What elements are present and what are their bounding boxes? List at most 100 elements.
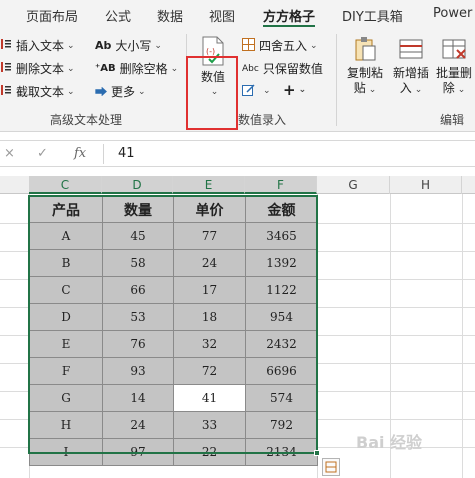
column-header-d[interactable]: D [102,176,173,194]
delete-spaces-icon: ⁺AB [95,63,116,74]
case-icon: Ab [95,39,112,52]
delete-spaces-button[interactable]: ⁺AB 删除空格 ⌄ [95,60,178,77]
delete-text-button[interactable]: 删除文本 ⌄ [0,60,75,77]
insert-text-icon [0,38,12,53]
formula-bar: × ✓ fx 41 [0,140,475,167]
tab-diy-toolbox[interactable]: DIY工具箱 [342,6,403,25]
chevron-down-icon: ⌄ [154,40,162,51]
table-cell[interactable]: 3465 [245,222,318,250]
formula-input[interactable]: 41 [118,146,135,161]
table-cell[interactable]: 97 [102,438,174,466]
header-price[interactable]: 单价 [173,196,246,223]
edit-fill-icon [242,83,256,99]
column-header-row: C D E F G H [0,176,475,194]
table-cell[interactable]: 1122 [245,276,318,304]
round-button[interactable]: 四舍五入 ⌄ [242,37,318,54]
tab-page-layout[interactable]: 页面布局 [26,6,78,25]
table-cell[interactable]: 24 [173,249,246,277]
tab-data[interactable]: 数据 [157,6,183,25]
column-header-g[interactable]: G [317,176,390,194]
table-row: I 97 22 2134 [29,438,318,466]
cut-text-button[interactable]: 截取文本 ⌄ [0,83,75,100]
table-cell[interactable]: 45 [102,222,174,250]
chevron-down-icon: ⌄ [67,86,75,97]
table-cell[interactable]: C [29,276,103,304]
table-cell[interactable]: I [29,438,103,466]
active-cell[interactable]: 41 [173,384,246,412]
chevron-down-icon: ⌄ [414,85,423,95]
table-cell[interactable]: 32 [173,330,246,358]
group-divider [336,34,337,126]
table-row: C 66 17 1122 [29,276,318,304]
chevron-down-icon: ⌄ [170,63,179,74]
header-quantity[interactable]: 数量 [102,196,174,223]
table-cell[interactable]: 66 [102,276,174,304]
table-cell[interactable]: 792 [245,411,318,439]
table-cell[interactable]: 22 [173,438,246,466]
table-cell[interactable]: 1392 [245,249,318,277]
clipboard-icon [353,36,377,66]
fill-button[interactable]: ⌄ [242,83,271,99]
table-cell[interactable]: 76 [102,330,174,358]
table-cell[interactable]: 24 [102,411,174,439]
table-cell[interactable]: E [29,330,103,358]
table-cell[interactable]: 72 [173,357,246,385]
batch-delete-button[interactable]: 批量删 除 ⌄ [433,36,475,98]
table-row: H 24 33 792 [29,411,318,439]
table-cell[interactable]: 33 [173,411,246,439]
tab-fangfang[interactable]: 方方格子 [263,6,315,25]
table-cell[interactable]: 2134 [245,438,318,466]
tab-formulas[interactable]: 公式 [105,6,131,25]
header-product[interactable]: 产品 [29,196,103,223]
header-row: 产品 数量 单价 金额 [29,196,318,223]
table-cell[interactable]: 17 [173,276,246,304]
tab-power[interactable]: Power [433,6,472,21]
quick-analysis-icon[interactable] [322,458,340,476]
table-cell[interactable]: D [29,303,103,331]
insert-function-icon[interactable]: fx [74,146,86,161]
table-cell[interactable]: 574 [245,384,318,412]
confirm-icon[interactable]: ✓ [37,146,48,161]
add-insert-button[interactable]: 新增插 入 ⌄ [390,36,432,98]
more-button[interactable]: ⮕ 更多 ⌄ [95,83,146,100]
plus-icon: + [283,81,296,99]
add-button[interactable]: + ⌄ [283,81,306,99]
column-header-c[interactable]: C [29,176,102,194]
gridline [462,194,463,478]
delete-table-icon [441,36,467,66]
table-cell[interactable]: 2432 [245,330,318,358]
column-header-e[interactable]: E [173,176,245,194]
table-cell[interactable]: 6696 [245,357,318,385]
table-cell[interactable]: 954 [245,303,318,331]
column-header-h[interactable]: H [390,176,462,194]
table-cell[interactable]: G [29,384,103,412]
formula-bar-divider [103,144,104,164]
case-label: 大小写 [115,39,152,53]
case-button[interactable]: Ab 大小写 ⌄ [95,37,162,54]
table-cell[interactable]: 58 [102,249,174,277]
add-insert-label-1: 新增插 [392,66,429,80]
table-cell[interactable]: F [29,357,103,385]
table-cell[interactable]: B [29,249,103,277]
add-insert-label-2: 入 [399,81,412,95]
table-cell[interactable]: 14 [102,384,174,412]
cancel-icon[interactable]: × [4,146,15,161]
table-cell[interactable]: 53 [102,303,174,331]
keep-values-button[interactable]: Abc 只保留数值 [242,60,323,77]
column-header-f[interactable]: F [245,176,317,194]
fill-handle[interactable] [314,450,320,456]
batch-delete-label-2: 除 [442,81,455,95]
tab-view[interactable]: 视图 [209,6,235,25]
table-cell[interactable]: 18 [173,303,246,331]
chevron-down-icon: ⌄ [368,85,377,95]
chevron-down-icon: ⌄ [457,85,466,95]
copy-paste-label-1: 复制粘 [346,66,383,80]
table-cell[interactable]: A [29,222,103,250]
header-amount[interactable]: 金额 [245,196,318,223]
table-cell[interactable]: 93 [102,357,174,385]
insert-text-button[interactable]: 插入文本 ⌄ [0,37,75,54]
table-cell[interactable]: H [29,411,103,439]
delete-spaces-label: 删除空格 [119,62,168,76]
copy-paste-button[interactable]: 复制粘 贴 ⌄ [344,36,386,98]
table-cell[interactable]: 77 [173,222,246,250]
